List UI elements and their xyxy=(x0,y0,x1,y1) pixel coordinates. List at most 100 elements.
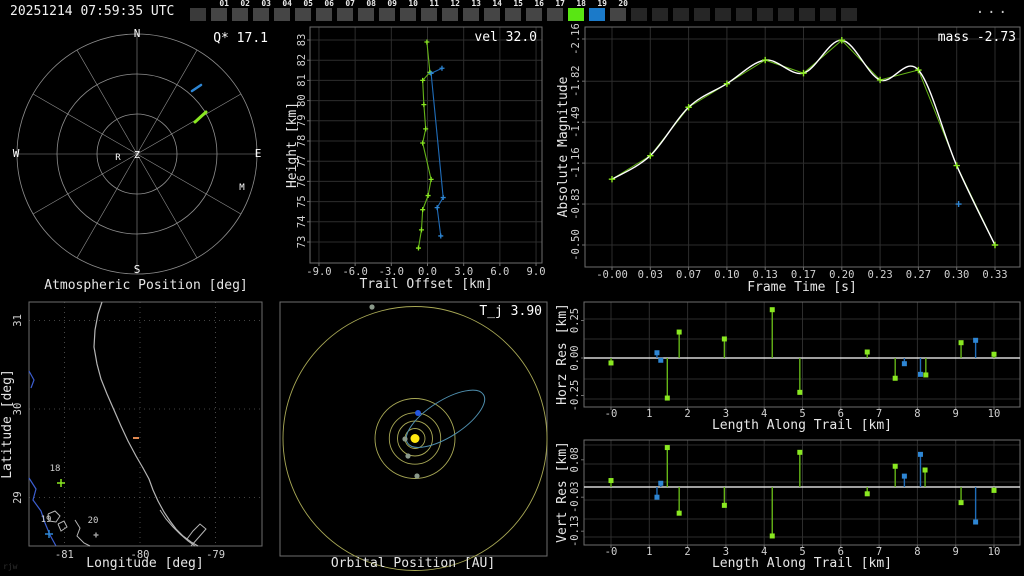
camera-cell-label: 04 xyxy=(282,0,292,8)
panel-atmospheric-position: N S E W Z R M Q* 17.1 Atmospheric Position [deg] xyxy=(13,27,268,293)
camera-cell-blank[interactable] xyxy=(736,8,752,21)
camera-cell-11[interactable]: 11 xyxy=(421,0,439,21)
residual-point-cam18 xyxy=(923,372,929,378)
polar-spoke xyxy=(136,153,242,215)
camera-cell-label: 20 xyxy=(618,0,628,8)
camera-cell-blank[interactable] xyxy=(778,8,794,21)
coast-detail xyxy=(57,520,68,532)
x-tick-label: -0 xyxy=(605,408,618,420)
camera-cell-blank[interactable] xyxy=(631,8,647,21)
residual-point-cam18 xyxy=(892,463,898,469)
x-tick-label: 0.27 xyxy=(906,269,931,281)
data-point-marker xyxy=(434,205,440,211)
y-tick-label: -0.25 xyxy=(569,380,581,412)
residual-point-cam19 xyxy=(901,473,907,479)
compass-label-W: W xyxy=(13,147,20,160)
planet-dot xyxy=(405,453,411,459)
camera-cell-10[interactable]: 10 xyxy=(400,0,418,21)
y-tick-label: 82 xyxy=(296,54,308,67)
overflow-menu[interactable]: ... xyxy=(976,1,1010,17)
panel-trail-offset: -9.0 -6.0 -3.0 0.0 3.0 6.0 9.07374757677787980… xyxy=(285,26,546,292)
camera-cell-blank[interactable] xyxy=(694,8,710,21)
x-tick-label: -0.00 xyxy=(596,269,628,281)
panel-vert-res: -0 1 2 3 4 5 6 7 8 9 100.08-0.03-0.13Length Along … xyxy=(555,439,1021,571)
camera-cell-04[interactable]: 04 xyxy=(274,0,292,21)
trail-series-cam19 xyxy=(430,67,444,237)
residual-point-cam18 xyxy=(892,375,898,381)
x-tick-label: 8 xyxy=(914,408,920,420)
data-point-marker xyxy=(440,195,446,201)
camera-cell-label: 16 xyxy=(534,0,544,8)
plot-frame xyxy=(309,26,543,264)
panel-absolute-magnitude: -0.00 0.03 0.07 0.10 0.13 0.17 0.20 0.23 0.27 0.3… xyxy=(556,24,1021,295)
panel-title: Q* 17.1 xyxy=(213,31,268,46)
data-point-marker xyxy=(420,207,426,213)
camera-cell-blank[interactable] xyxy=(715,8,731,21)
camera-cell-label: 06 xyxy=(324,0,334,8)
camera-cell-blank[interactable] xyxy=(799,8,815,21)
camera-cell-blank[interactable] xyxy=(673,8,689,21)
camera-cell-13[interactable]: 13 xyxy=(463,0,481,21)
compass-label-N: N xyxy=(134,27,141,40)
camera-strip: 01 02 03 04 05 06 07 08 09 10 11 12 13 14 15 16 17 18 19 20 xyxy=(190,0,857,21)
x-tick-label: 9 xyxy=(953,408,959,420)
camera-cell-16[interactable]: 16 xyxy=(526,0,544,21)
camera-cell-15[interactable]: 15 xyxy=(505,0,523,21)
station-label-20: 20 xyxy=(88,516,99,526)
camera-cell-18[interactable]: 18 xyxy=(568,0,586,21)
meteor-streak-cam19 xyxy=(190,83,203,93)
x-tick-label: 9.0 xyxy=(527,266,546,278)
camera-cell-label: 19 xyxy=(597,0,607,8)
camera-cell-19[interactable]: 19 xyxy=(589,0,607,21)
app-window: 20251214 07:59:35 UTC 01 02 03 04 05 06 07 08 09… xyxy=(0,0,1024,576)
camera-cell-14[interactable]: 14 xyxy=(484,0,502,21)
residual-point-cam18 xyxy=(608,360,614,366)
camera-cell-03[interactable]: 03 xyxy=(253,0,271,21)
camera-cell-17[interactable]: 17 xyxy=(547,0,565,21)
camera-cell-blank[interactable] xyxy=(652,8,668,21)
y-axis-label: Latitude [deg] xyxy=(0,369,15,479)
polar-spoke xyxy=(76,153,138,259)
y-tick-label: -2.16 xyxy=(570,24,582,55)
data-point-marker xyxy=(93,532,99,538)
y-tick-label: 83 xyxy=(296,34,308,47)
residual-point-cam19 xyxy=(917,451,923,457)
residual-point-cam19 xyxy=(654,494,660,500)
camera-cell-12[interactable]: 12 xyxy=(442,0,460,21)
camera-cell-02[interactable]: 02 xyxy=(232,0,250,21)
residual-point-cam18 xyxy=(664,395,670,401)
y-tick-label: 81 xyxy=(296,74,308,87)
camera-cell-09[interactable]: 09 xyxy=(379,0,397,21)
x-tick-label: -79 xyxy=(206,549,225,561)
x-axis-label: Atmospheric Position [deg] xyxy=(44,278,248,293)
camera-cell-label: 14 xyxy=(492,0,502,8)
camera-cell-08[interactable]: 08 xyxy=(358,0,376,21)
camera-cell-blank[interactable] xyxy=(841,8,857,21)
meteoroid-dot xyxy=(415,410,421,416)
camera-cell-20[interactable]: 20 xyxy=(610,0,628,21)
camera-cell-01[interactable]: 01 xyxy=(211,0,229,21)
river xyxy=(28,370,35,389)
y-tick-label: -1.49 xyxy=(570,106,582,138)
y-tick-label: -0.13 xyxy=(569,515,581,547)
camera-cell-06[interactable]: 06 xyxy=(316,0,334,21)
panel-ground-map: 1819 20-81 -80 -79293031Longitude [deg]Lati… xyxy=(0,301,263,571)
camera-cell-07[interactable]: 07 xyxy=(337,0,355,21)
y-tick-label: 0.08 xyxy=(569,447,581,472)
y-tick-label: -0.83 xyxy=(570,188,582,220)
planet-dot xyxy=(402,436,408,442)
camera-cell-label: 09 xyxy=(387,0,397,8)
camera-cell-05[interactable]: 05 xyxy=(295,0,313,21)
x-tick-label: 1 xyxy=(646,546,652,558)
camera-cell-label: 15 xyxy=(513,0,523,8)
camera-cell-blank[interactable] xyxy=(757,8,773,21)
station-label-18: 18 xyxy=(50,464,61,474)
sun-dot xyxy=(410,434,420,443)
y-tick-label: 31 xyxy=(12,314,24,327)
camera-cell-blank[interactable] xyxy=(820,8,836,21)
data-point-marker xyxy=(762,56,769,64)
x-tick-label: 0.23 xyxy=(867,269,892,281)
camera-cell-blank[interactable] xyxy=(190,8,206,21)
data-point-marker xyxy=(415,245,421,251)
residual-point-cam19 xyxy=(973,519,979,525)
